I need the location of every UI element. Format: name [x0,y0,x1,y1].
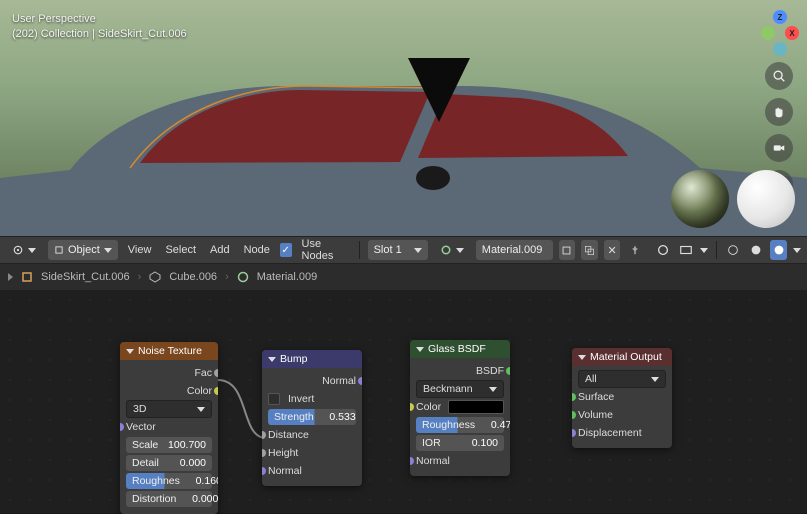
socket-volume: Volume [578,409,666,421]
material-browse-button[interactable] [434,240,470,260]
bump-strength-slider[interactable]: Strength0.533 [268,409,356,425]
menu-view[interactable]: View [124,244,156,256]
use-nodes-label: Use Nodes [298,238,351,262]
noise-dim-dropdown[interactable]: 3D [126,400,212,418]
socket-displacement: Displacement [578,427,666,439]
menu-node[interactable]: Node [240,244,274,256]
node-title: Bump [280,353,307,365]
glass-ior-slider[interactable]: IOR0.100 [416,435,504,451]
bump-invert-checkbox[interactable] [268,393,280,405]
hand-icon[interactable] [765,98,793,126]
menu-add[interactable]: Add [206,244,234,256]
mesh-icon [149,271,161,283]
new-material-button[interactable] [559,240,576,260]
breadcrumb-object[interactable]: SideSkirt_Cut.006 [41,271,130,283]
node-title: Noise Texture [138,345,202,357]
breadcrumb-collapse-icon[interactable] [8,273,13,281]
material-preview-solid[interactable] [737,170,795,228]
unlink-material-button[interactable]: ✕ [604,240,621,260]
axis-gizmo[interactable]: Z X [759,10,799,50]
socket-bsdf: BSDF [416,365,504,377]
pin-button[interactable] [626,240,643,260]
shading-dropdown[interactable] [700,248,708,253]
socket-height: Height [268,447,356,459]
duplicate-material-button[interactable] [581,240,598,260]
axis-x[interactable]: X [785,26,799,40]
socket-normal-in: Normal [268,465,356,477]
node-title: Material Output [590,351,662,363]
slot-dropdown[interactable]: Slot 1 [368,240,428,260]
socket-color: Color [126,385,212,397]
glass-color-swatch[interactable] [448,400,504,414]
node-title: Glass BSDF [428,343,486,355]
socket-color: Color [416,401,444,413]
editor-type-button[interactable] [6,240,42,260]
shading-options-dropdown[interactable] [793,248,801,253]
mode-dropdown[interactable]: Object [48,240,118,260]
material-name-field[interactable]: Material.009 [476,240,553,260]
glass-roughness-slider[interactable]: Roughness0.475 [416,417,504,433]
node-editor-header: Object View Select Add Node ✓ Use Nodes … [0,236,807,264]
overlay-toggle[interactable] [655,240,672,260]
output-target-dropdown[interactable]: All [578,370,666,388]
material-icon [237,271,249,283]
backdrop-toggle[interactable] [678,240,695,260]
node-header[interactable]: Material Output [572,348,672,366]
shading-wire-button[interactable] [725,240,742,260]
noise-roughness-slider[interactable]: Roughnes0.160 [126,473,212,489]
viewport-3d[interactable]: User Perspective (202) Collection | Side… [0,0,807,236]
socket-fac: Fac [126,367,212,379]
zoom-icon[interactable] [765,62,793,90]
menu-select[interactable]: Select [161,244,200,256]
socket-normal-out: Normal [268,375,356,387]
viewport-perspective-label: User Perspective [12,12,187,27]
node-header[interactable]: Bump [262,350,362,368]
node-header[interactable]: Noise Texture [120,342,218,360]
axis-z[interactable]: Z [773,10,787,24]
use-nodes-checkbox[interactable]: ✓ [280,243,292,257]
socket-vector: Vector [126,421,212,433]
axis-neg-z[interactable] [773,42,787,56]
camera-icon[interactable] [765,134,793,162]
node-noise-texture[interactable]: Noise Texture Fac Color 3D Vector Scale1… [120,342,218,514]
socket-distance: Distance [268,429,356,441]
noise-detail-slider[interactable]: Detail0.000 [126,455,212,471]
noise-scale-slider[interactable]: Scale100.700 [126,437,212,453]
glass-distribution-dropdown[interactable]: Beckmann [416,380,504,398]
breadcrumb-material[interactable]: Material.009 [257,271,318,283]
material-preview-env[interactable] [671,170,729,228]
axis-y[interactable] [761,26,775,40]
node-bump[interactable]: Bump Normal Invert Strength0.533 Distanc… [262,350,362,486]
shading-solid-button[interactable] [748,240,765,260]
noise-distortion-slider[interactable]: Distortion0.000 [126,491,212,507]
node-editor[interactable]: Noise Texture Fac Color 3D Vector Scale1… [0,290,807,513]
breadcrumb-mesh[interactable]: Cube.006 [169,271,217,283]
node-material-output[interactable]: Material Output All Surface Volume Displ… [572,348,672,448]
viewport-info: User Perspective (202) Collection | Side… [12,12,187,42]
breadcrumb: SideSkirt_Cut.006 › Cube.006 › Material.… [0,264,807,290]
shading-material-button[interactable] [770,240,787,260]
socket-normal: Normal [416,455,504,467]
node-glass-bsdf[interactable]: Glass BSDF BSDF Beckmann Color Roughness… [410,340,510,476]
object-icon [21,271,33,283]
socket-surface: Surface [578,391,666,403]
node-header[interactable]: Glass BSDF [410,340,510,358]
